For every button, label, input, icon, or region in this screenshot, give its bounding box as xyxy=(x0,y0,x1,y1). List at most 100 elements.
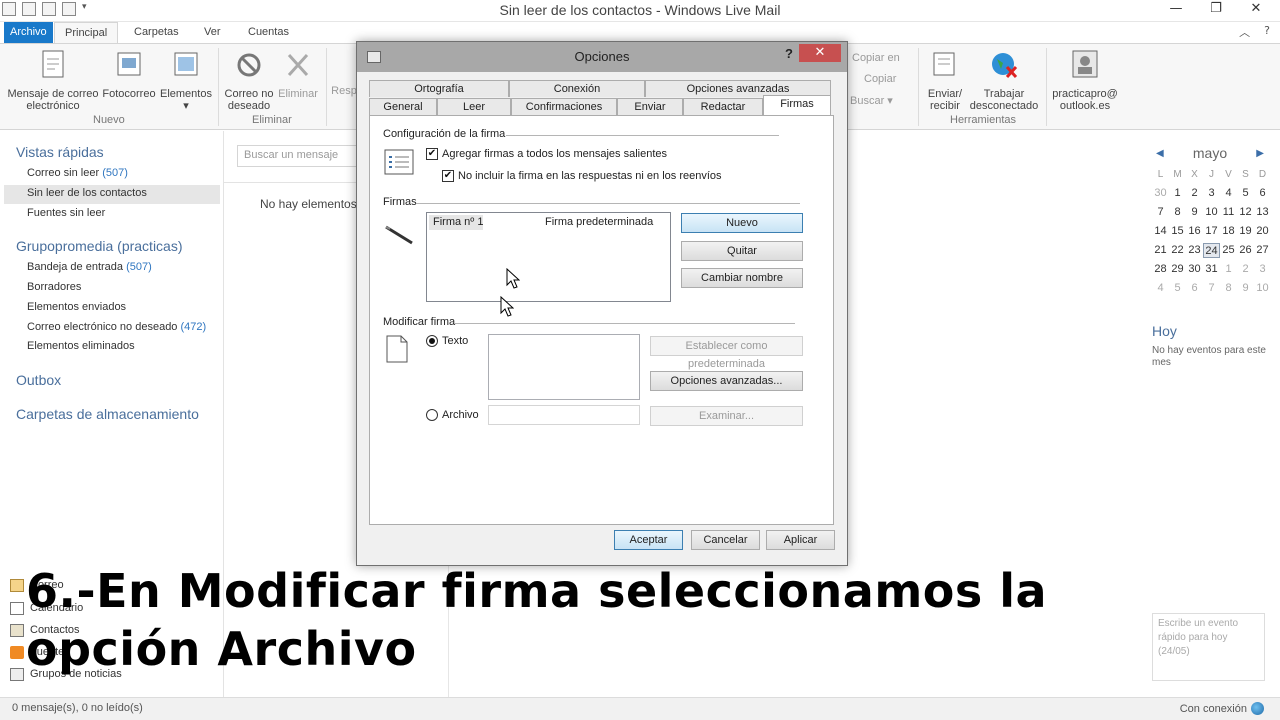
calendar-day[interactable]: 18 xyxy=(1220,224,1237,239)
set-default-button[interactable]: Establecer como predeterminada xyxy=(650,336,803,370)
nav-item-inbox[interactable]: Bandeja de entrada (507) xyxy=(27,261,152,273)
delete-button[interactable]: Eliminar xyxy=(276,49,320,100)
nav-item-unread-feeds[interactable]: Fuentes sin leer xyxy=(27,207,105,219)
calendar-day[interactable]: 9 xyxy=(1237,281,1254,296)
calendar-day[interactable]: 8 xyxy=(1220,281,1237,296)
rename-signature-button[interactable]: Cambiar nombre xyxy=(681,268,803,288)
close-icon[interactable]: ✕ xyxy=(1246,1,1266,16)
copy-button[interactable]: Copiar xyxy=(864,73,896,85)
nav-header-outbox[interactable]: Outbox xyxy=(16,372,61,388)
calendar-day[interactable]: 28 xyxy=(1152,262,1169,277)
signature-name[interactable]: Firma nº 1 xyxy=(433,216,483,228)
calendar-day[interactable]: 7 xyxy=(1152,205,1169,220)
calendar-day[interactable]: 31 xyxy=(1203,262,1220,277)
remove-signature-button[interactable]: Quitar xyxy=(681,241,803,261)
calendar-day[interactable]: 1 xyxy=(1169,186,1186,201)
apply-button[interactable]: Aplicar xyxy=(766,530,835,550)
calendar-day[interactable]: 8 xyxy=(1169,205,1186,220)
ok-button[interactable]: Aceptar xyxy=(614,530,683,550)
account-button[interactable]: practicapro@ outlook.es xyxy=(1050,49,1120,112)
nav-item-junk[interactable]: Correo electrónico no deseado (472) xyxy=(27,321,206,333)
calendar-day[interactable]: 30 xyxy=(1186,262,1203,277)
signature-text-area[interactable] xyxy=(488,334,640,400)
tab-firmas[interactable]: Firmas xyxy=(763,95,831,115)
new-mail-button[interactable]: Mensaje de correo electrónico xyxy=(6,49,100,112)
calendar-day[interactable]: 24 xyxy=(1203,243,1220,258)
calendar-day[interactable]: 15 xyxy=(1169,224,1186,239)
reply-button[interactable]: Resp xyxy=(330,49,358,97)
calendar-day[interactable]: 26 xyxy=(1237,243,1254,258)
calendar-day[interactable]: 12 xyxy=(1237,205,1254,220)
copy-to-button[interactable]: Copiar en xyxy=(852,52,900,64)
calendar-day[interactable]: 13 xyxy=(1254,205,1271,220)
help-icon[interactable]: ? xyxy=(1264,24,1270,40)
collapse-ribbon-icon[interactable]: ︿ xyxy=(1239,24,1250,40)
calendar-day[interactable]: 5 xyxy=(1237,186,1254,201)
tab-conexion[interactable]: Conexión xyxy=(509,80,645,97)
dialog-title-bar[interactable]: Opciones ? ✕ xyxy=(357,42,847,72)
tab-ortografia[interactable]: Ortografía xyxy=(369,80,509,97)
calendar-day[interactable]: 3 xyxy=(1203,186,1220,201)
signatures-list[interactable]: Firma nº 1 Firma predeterminada xyxy=(426,212,671,302)
calendar-day[interactable]: 22 xyxy=(1169,243,1186,258)
tab-carpetas[interactable]: Carpetas xyxy=(124,22,189,43)
minimize-icon[interactable]: — xyxy=(1166,1,1186,16)
tab-ver[interactable]: Ver xyxy=(194,22,231,43)
calendar-day[interactable]: 17 xyxy=(1203,224,1220,239)
text-radio[interactable]: Texto xyxy=(426,335,468,347)
nav-item-sent[interactable]: Elementos enviados xyxy=(27,301,126,313)
calendar-day[interactable]: 9 xyxy=(1186,205,1203,220)
tab-archivo[interactable]: Archivo xyxy=(4,22,53,43)
find-button[interactable]: Buscar ▾ xyxy=(850,94,893,107)
new-signature-button[interactable]: Nuevo xyxy=(681,213,803,233)
restore-icon[interactable]: ❐ xyxy=(1206,1,1226,16)
calendar-day[interactable]: 21 xyxy=(1152,243,1169,258)
calendar-day[interactable]: 3 xyxy=(1254,262,1271,277)
calendar-day[interactable]: 6 xyxy=(1254,186,1271,201)
items-button[interactable]: Elementos ▾ xyxy=(158,49,214,112)
file-radio[interactable]: Archivo xyxy=(426,409,479,421)
calendar-day[interactable]: 7 xyxy=(1203,281,1220,296)
junk-button[interactable]: Correo no deseado xyxy=(222,49,276,112)
no-sig-replies-checkbox[interactable]: ✔ No incluir la firma en las respuestas … xyxy=(442,170,722,182)
add-signatures-checkbox[interactable]: ✔ Agregar firmas a todos los mensajes sa… xyxy=(426,148,667,160)
calendar-day[interactable]: 20 xyxy=(1254,224,1271,239)
calendar-day[interactable]: 29 xyxy=(1169,262,1186,277)
work-offline-button[interactable]: Trabajar desconectado xyxy=(968,49,1040,112)
signature-file-path-input[interactable] xyxy=(488,405,640,425)
tab-leer[interactable]: Leer xyxy=(437,98,511,115)
dialog-help-button[interactable]: ? xyxy=(785,46,793,61)
nav-item-unread-mail[interactable]: Correo sin leer (507) xyxy=(27,167,128,179)
tab-principal[interactable]: Principal xyxy=(54,22,119,44)
calendar-day[interactable]: 4 xyxy=(1220,186,1237,201)
calendar-day[interactable]: 27 xyxy=(1254,243,1271,258)
tab-cuentas[interactable]: Cuentas xyxy=(238,22,299,43)
nav-header-quick-views[interactable]: Vistas rápidas xyxy=(16,144,104,160)
send-receive-button[interactable]: Enviar/ recibir xyxy=(922,49,968,112)
tab-general[interactable]: General xyxy=(369,98,437,115)
calendar-day[interactable]: 25 xyxy=(1220,243,1237,258)
calendar-day[interactable]: 2 xyxy=(1186,186,1203,201)
calendar-day[interactable]: 10 xyxy=(1203,205,1220,220)
next-month-icon[interactable]: ▶ xyxy=(1248,145,1272,162)
search-input[interactable]: Buscar un mensaje xyxy=(237,145,367,167)
calendar-day[interactable]: 16 xyxy=(1186,224,1203,239)
nav-header-account[interactable]: Grupopromedia (practicas) xyxy=(16,238,183,254)
calendar-day[interactable]: 23 xyxy=(1186,243,1203,258)
prev-month-icon[interactable]: ◀ xyxy=(1148,145,1172,162)
photo-mail-button[interactable]: Fotocorreo xyxy=(102,49,156,100)
nav-item-drafts[interactable]: Borradores xyxy=(27,281,81,293)
dialog-close-button[interactable]: ✕ xyxy=(799,44,841,62)
calendar-day[interactable]: 1 xyxy=(1220,262,1237,277)
calendar-day[interactable]: 11 xyxy=(1220,205,1237,220)
calendar-day[interactable]: 14 xyxy=(1152,224,1169,239)
calendar-day[interactable]: 4 xyxy=(1152,281,1169,296)
calendar-day[interactable]: 6 xyxy=(1186,281,1203,296)
cancel-button[interactable]: Cancelar xyxy=(691,530,760,550)
browse-button[interactable]: Examinar... xyxy=(650,406,803,426)
tab-redactar[interactable]: Redactar xyxy=(683,98,763,115)
calendar-day[interactable]: 5 xyxy=(1169,281,1186,296)
calendar-day[interactable]: 2 xyxy=(1237,262,1254,277)
nav-item-deleted[interactable]: Elementos eliminados xyxy=(27,340,135,352)
calendar-day[interactable]: 10 xyxy=(1254,281,1271,296)
